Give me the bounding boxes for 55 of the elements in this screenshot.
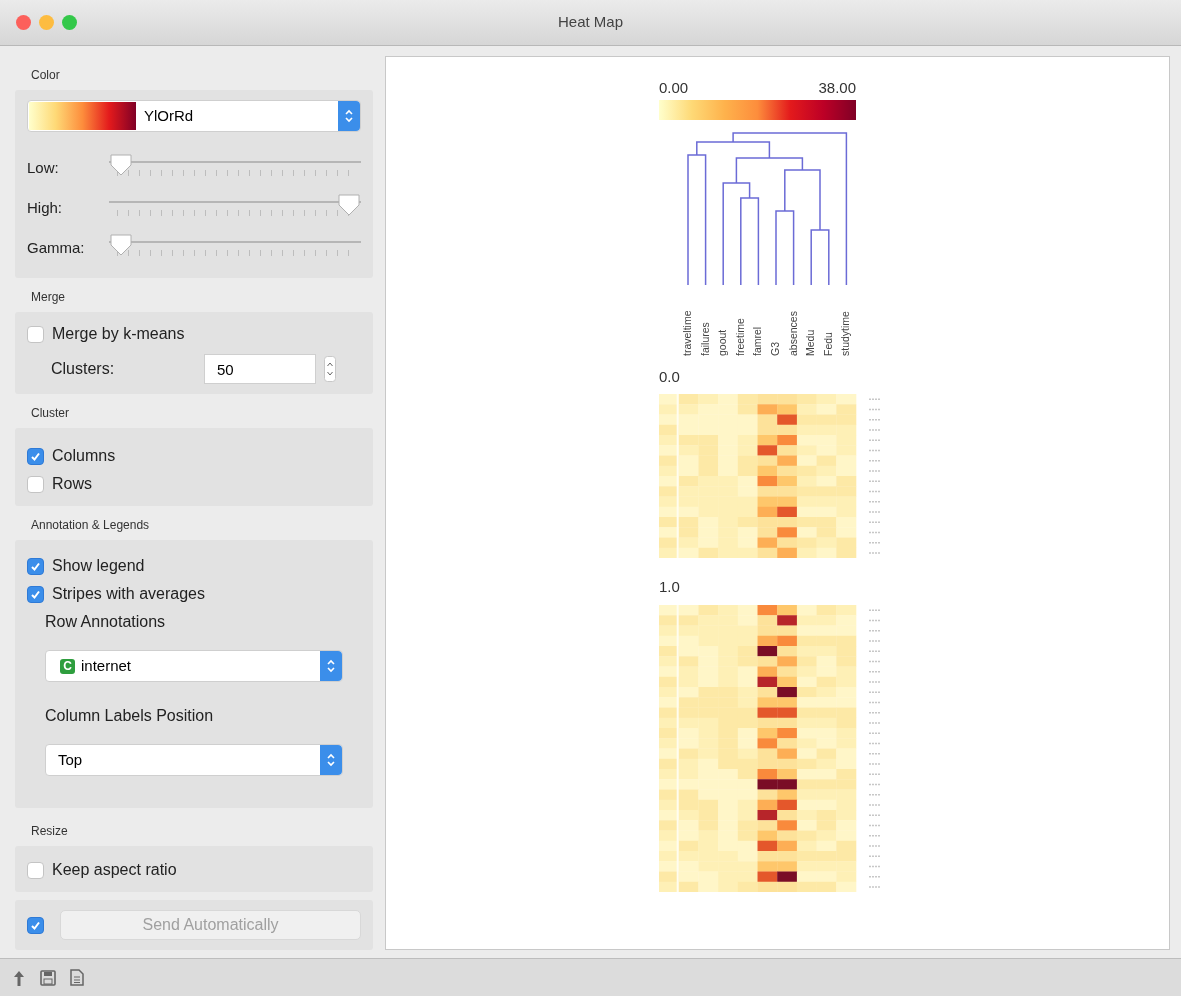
column-label: goout bbox=[715, 328, 730, 356]
palette-dropdown[interactable]: YlOrRd bbox=[27, 100, 361, 132]
window-title: Heat Map bbox=[557, 12, 623, 33]
checkbox-label[interactable]: Show legend bbox=[52, 554, 145, 578]
legend-max-label: 38.00 bbox=[818, 78, 856, 98]
checkbox[interactable] bbox=[27, 475, 44, 493]
minimize-button[interactable] bbox=[39, 15, 54, 30]
slider-label: High: bbox=[27, 197, 64, 218]
checkmark-icon bbox=[30, 919, 41, 931]
checkbox[interactable] bbox=[27, 585, 44, 603]
section-title: Cluster bbox=[30, 405, 70, 422]
type-badge: C bbox=[60, 658, 75, 674]
close-button[interactable] bbox=[16, 15, 31, 30]
checkbox[interactable] bbox=[27, 861, 44, 879]
column-label: G3 bbox=[767, 340, 782, 356]
column-label: Fedu bbox=[820, 330, 835, 356]
checkbox-label[interactable]: Keep aspect ratio bbox=[52, 858, 177, 882]
row-annotations-dropdown[interactable]: C internet bbox=[45, 650, 343, 682]
column-label: Medu bbox=[803, 328, 818, 356]
slider-thumb[interactable] bbox=[109, 233, 133, 257]
column-labels-position-dropdown[interactable]: Top bbox=[45, 744, 343, 776]
section-title: Color bbox=[30, 67, 61, 84]
checkbox-label[interactable]: Rows bbox=[52, 472, 92, 496]
column-label: traveltime bbox=[680, 309, 694, 356]
document-icon[interactable] bbox=[70, 969, 84, 986]
slider-thumb[interactable] bbox=[337, 193, 361, 217]
slider-label: Low: bbox=[27, 157, 60, 178]
column-label: absences bbox=[785, 309, 800, 356]
maximize-button[interactable] bbox=[62, 15, 77, 30]
column-label: freetime bbox=[732, 316, 747, 356]
field-label: Row Annotations bbox=[45, 612, 167, 632]
checkbox-label[interactable]: Stripes with averages bbox=[52, 582, 205, 606]
checkbox[interactable] bbox=[27, 557, 44, 575]
spin-buttons-icon[interactable] bbox=[324, 356, 336, 382]
checkmark-icon bbox=[30, 588, 41, 600]
column-label: studytime bbox=[838, 309, 853, 356]
group-label: 0.0 bbox=[659, 366, 681, 387]
slider-thumb[interactable] bbox=[109, 153, 133, 177]
checkmark-icon bbox=[30, 560, 41, 572]
checkbox-label[interactable]: Columns bbox=[52, 444, 116, 468]
group-label: 1.0 bbox=[659, 577, 681, 597]
column-label: failures bbox=[697, 320, 712, 356]
section-title: Merge bbox=[30, 289, 66, 306]
checkbox[interactable] bbox=[27, 325, 44, 343]
checkbox[interactable] bbox=[27, 447, 44, 465]
field-label: Clusters: bbox=[51, 359, 116, 379]
field-label: Column Labels Position bbox=[45, 706, 215, 726]
section-title: Annotation & Legends bbox=[30, 517, 151, 534]
column-label: famrel bbox=[750, 325, 765, 356]
legend-min-label: 0.00 bbox=[659, 78, 689, 98]
clusters-field[interactable]: 50 bbox=[204, 354, 316, 384]
section-title: Resize bbox=[30, 823, 69, 840]
slider-label: Gamma: bbox=[27, 237, 86, 258]
checkbox-label[interactable]: Merge by k-means bbox=[52, 322, 185, 346]
checkmark-icon bbox=[30, 450, 41, 462]
